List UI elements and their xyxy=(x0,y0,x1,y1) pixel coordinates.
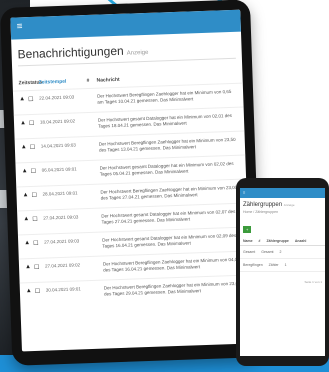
warning-icon: ▲ xyxy=(21,168,28,175)
row-name: Gesamt xyxy=(243,250,256,254)
checkbox-icon[interactable]: ☐ xyxy=(31,192,37,199)
row-message: Der Hochstwert gesamt Datalogger hat ein… xyxy=(101,208,236,225)
row-date: 27.04.2021 09:03 xyxy=(43,214,79,221)
warning-icon: ▲ xyxy=(24,240,31,247)
status-icons: ▲ ☐ xyxy=(19,96,39,104)
phone-page-title-text: Zählergruppen xyxy=(243,202,283,208)
phone-column-header[interactable]: Name xyxy=(243,239,253,243)
status-icons: ▲ ☐ xyxy=(21,144,41,152)
phone-screen: ≡ Zählergruppen Anzeige Home / Zählergru… xyxy=(240,188,325,356)
warning-icon: ▲ xyxy=(22,192,29,199)
warning-icon: ▲ xyxy=(24,264,32,271)
breadcrumb[interactable]: Home / Zählergruppen xyxy=(243,210,322,214)
row-date: 27.04.2021 09:03 xyxy=(44,238,80,245)
checkbox-icon[interactable]: ☐ xyxy=(32,216,38,223)
checkbox-icon[interactable]: ☐ xyxy=(29,120,35,127)
checkbox-icon[interactable]: ☐ xyxy=(34,264,40,271)
phone-page-subtitle: Anzeige xyxy=(283,203,295,207)
top-bar: ≡ xyxy=(10,9,241,40)
pagination: Seite 1 von 1 xyxy=(304,280,322,284)
menu-icon[interactable]: ≡ xyxy=(243,190,245,195)
status-icons: ▲ ☐ xyxy=(22,168,42,176)
phone-table-row[interactable]: Gesamt Gesamt 2 xyxy=(240,246,325,259)
page-title-text: Benachrichtigungen xyxy=(17,43,124,62)
column-header-number[interactable]: # xyxy=(86,78,96,84)
column-header-date[interactable]: Zeitstempel xyxy=(39,78,87,86)
tablet-device: ≡ Benachrichtigungen Anzeige Zeitstatus Z… xyxy=(0,0,263,366)
row-date: 30.04.2021 09:01 xyxy=(45,286,81,293)
status-icons: ▲ ☐ xyxy=(24,240,44,248)
status-icons: ▲ ☐ xyxy=(26,288,46,296)
checkbox-icon[interactable]: ☐ xyxy=(30,144,36,151)
phone-table-row[interactable]: Beregflingen Zähler 1 xyxy=(240,259,325,272)
warning-icon: ▲ xyxy=(19,120,27,127)
row-message: Der Hochstwert Beregflingen Zaehlogger h… xyxy=(102,256,240,273)
row-count: 1 xyxy=(284,263,287,267)
status-icons: ▲ ☐ xyxy=(23,216,43,224)
status-icons: ▲ ☐ xyxy=(20,120,40,128)
row-count: 2 xyxy=(279,250,282,254)
row-message: Der Hochstwert Beregflingen Zaehlogger h… xyxy=(98,136,236,153)
page-subtitle: Anzeige xyxy=(126,49,149,57)
status-icons: ▲ ☐ xyxy=(22,192,42,200)
checkbox-icon[interactable]: ☐ xyxy=(33,240,39,247)
column-header-status[interactable]: Zeitstatus xyxy=(19,80,43,87)
row-message: Der Hochstwert Beregflingen Zaehlogger h… xyxy=(97,88,232,105)
table-body: ▲ ☐ 22.04.2021 09:03 Der Hochstwert Beregfl… xyxy=(12,82,251,307)
row-message: Der Hochstwert gesamt Datalogger hat ein… xyxy=(97,112,233,129)
status-icons: ▲ ☐ xyxy=(25,264,45,272)
row-date: 28.04.2021 09:01 xyxy=(42,190,78,197)
phone-table-header: Name # Zählergruppe Anzahl xyxy=(240,237,325,246)
tablet-screen: ≡ Benachrichtigungen Anzeige Zeitstatus Z… xyxy=(10,9,252,352)
row-message: Der Hochstwert gesamt Datalogger hat ein… xyxy=(102,232,237,249)
row-group: Zähler xyxy=(268,263,279,267)
row-message: Der Hochstwert Beregflingen Zaehlogger h… xyxy=(103,280,241,297)
column-header-message[interactable]: Nachricht xyxy=(96,73,236,84)
menu-icon[interactable]: ≡ xyxy=(16,21,22,32)
row-name: Beregflingen xyxy=(243,263,263,267)
phone-column-header[interactable]: Anzahl xyxy=(295,239,306,243)
checkbox-icon[interactable]: ☐ xyxy=(31,168,37,175)
row-date: 06.04.2021 09:01 xyxy=(41,166,77,173)
row-message: Der Hochstwert gesamt Datalogger hat ein… xyxy=(99,160,234,177)
warning-icon: ▲ xyxy=(25,288,32,295)
warning-icon: ▲ xyxy=(23,216,30,223)
row-group: Gesamt xyxy=(261,250,274,254)
add-button[interactable]: + xyxy=(243,226,252,233)
phone-top-bar: ≡ xyxy=(240,188,325,198)
warning-icon: ▲ xyxy=(20,144,27,151)
checkbox-icon[interactable]: ☐ xyxy=(28,96,34,103)
row-message: Der Hochstwert Beregflingen Zaehlogger h… xyxy=(100,184,238,201)
row-date: 18.04.2021 09:02 xyxy=(39,118,76,125)
checkbox-icon[interactable]: ☐ xyxy=(35,288,41,295)
phone-column-header[interactable]: Zählergruppe xyxy=(267,239,289,243)
phone-table-body: Gesamt Gesamt 2 Beregflingen Zähler 1 xyxy=(240,246,325,272)
phone-page-title: Zählergruppen Anzeige xyxy=(243,202,322,208)
phone-device: ≡ Zählergruppen Anzeige Home / Zählergru… xyxy=(236,178,329,366)
warning-icon: ▲ xyxy=(19,96,26,103)
row-date: 22.04.2021 09:03 xyxy=(39,94,75,101)
phone-column-header[interactable]: # xyxy=(259,239,261,243)
row-date: 14.04.2021 09:03 xyxy=(40,142,76,149)
row-date: 27.04.2021 09:02 xyxy=(44,262,81,269)
